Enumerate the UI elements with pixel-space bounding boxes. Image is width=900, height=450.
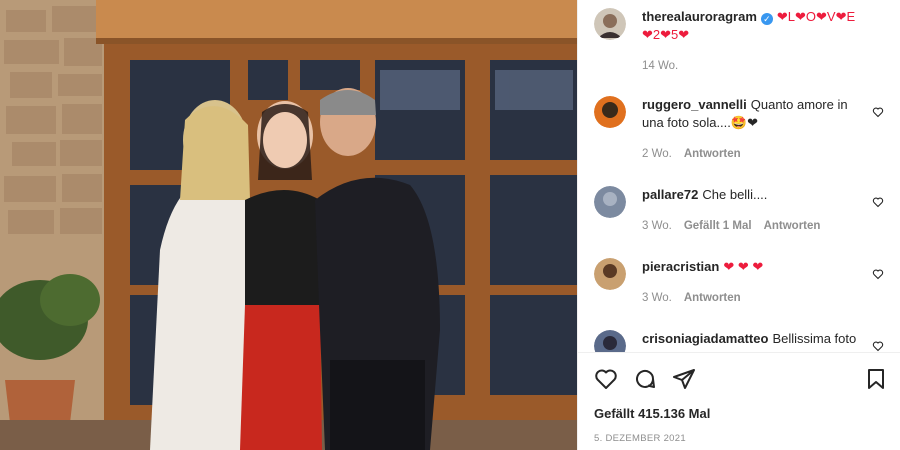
comment-username[interactable]: pallare72 [642, 187, 698, 202]
comment-item: crisoniagiadamatteo Bellissima foto [594, 330, 884, 352]
reply-button[interactable]: Antworten [684, 292, 741, 304]
heart-icon[interactable] [594, 367, 618, 391]
avatar[interactable] [594, 8, 626, 40]
comment-text: Che belli.... [702, 187, 768, 202]
reply-button[interactable]: Antworten [684, 148, 741, 160]
post-sidebar: therealauroragram ✓ ❤L❤O❤V❤E ❤2❤5❤ 14 Wo. … [577, 0, 900, 450]
instagram-post: therealauroragram ✓ ❤L❤O❤V❤E ❤2❤5❤ 14 Wo. … [0, 0, 900, 450]
comment-username[interactable]: crisoniagiadamatteo [642, 331, 768, 346]
caption-meta: 14 Wo. [642, 60, 690, 72]
comment-username[interactable]: ruggero_vannelli [642, 97, 747, 112]
heart-icon[interactable] [872, 106, 884, 118]
comment-meta: 2 Wo. Antworten [642, 148, 753, 160]
likes-count[interactable]: Gefällt 415.136 Mal [594, 406, 710, 421]
caption-text-block: therealauroragram ✓ ❤L❤O❤V❤E ❤2❤5❤ [642, 8, 864, 44]
bookmark-icon[interactable] [864, 367, 888, 391]
photo-illustration [0, 0, 577, 450]
comment-text-block: crisoniagiadamatteo Bellissima foto [642, 330, 864, 348]
comment-age[interactable]: 3 Wo. [642, 220, 672, 232]
heart-icon[interactable] [872, 196, 884, 208]
comment-item: pallare72 Che belli.... 3 Wo. Gefällt 1 Ma… [594, 186, 884, 236]
comment-text-block: pieracristian ❤ ❤ ❤ [642, 258, 864, 276]
avatar[interactable] [594, 258, 626, 290]
heart-icon[interactable] [872, 340, 884, 352]
post-photo[interactable] [0, 0, 577, 450]
share-icon[interactable] [672, 367, 696, 391]
post-date[interactable]: 5. Dezember 2021 [594, 433, 686, 444]
comment-item: ruggero_vannelli Quanto amore in una foto… [594, 96, 884, 166]
comment-username[interactable]: pieracristian [642, 259, 719, 274]
comment-item: pieracristian ❤ ❤ ❤ 3 Wo. Antworten [594, 258, 884, 308]
caption-username[interactable]: therealauroragram [642, 9, 757, 24]
comment-age[interactable]: 3 Wo. [642, 292, 672, 304]
avatar[interactable] [594, 96, 626, 128]
comment-text: ❤ ❤ ❤ [723, 259, 764, 274]
caption-line1: ❤L❤O❤V❤E [776, 9, 856, 24]
reply-button[interactable]: Antworten [764, 220, 821, 232]
comment-likes[interactable]: Gefällt 1 Mal [684, 220, 752, 232]
comment-meta: 3 Wo. Antworten [642, 292, 753, 304]
comment-text: Bellissima foto [772, 331, 857, 346]
avatar[interactable] [594, 186, 626, 218]
comment-age[interactable]: 2 Wo. [642, 148, 672, 160]
comment-text-block: pallare72 Che belli.... [642, 186, 864, 204]
verified-icon: ✓ [760, 13, 773, 25]
comment-text-block: ruggero_vannelli Quanto amore in una foto… [642, 96, 864, 132]
caption-line2: ❤2❤5❤ [642, 27, 690, 42]
caption-age[interactable]: 14 Wo. [642, 60, 678, 72]
comment-meta: 3 Wo. Gefällt 1 Mal Antworten [642, 220, 832, 232]
caption-entry: therealauroragram ✓ ❤L❤O❤V❤E ❤2❤5❤ 14 Wo. [594, 8, 884, 78]
avatar[interactable] [594, 330, 626, 352]
comments-list[interactable]: therealauroragram ✓ ❤L❤O❤V❤E ❤2❤5❤ 14 Wo. … [578, 0, 900, 352]
comment-icon[interactable] [633, 367, 657, 391]
heart-icon[interactable] [872, 268, 884, 280]
action-bar: Gefällt 415.136 Mal 5. Dezember 2021 [578, 352, 900, 450]
